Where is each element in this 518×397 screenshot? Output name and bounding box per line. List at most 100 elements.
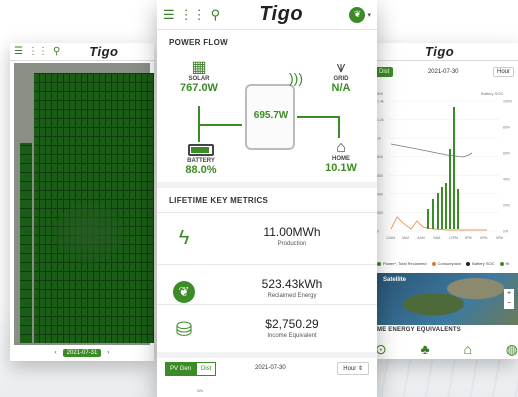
- chart-gridlines: [389, 100, 499, 232]
- y-left-tick: 400: [377, 192, 383, 196]
- tigo-logo: Tigo: [259, 3, 304, 25]
- flow-line-solar-battery: [198, 124, 242, 126]
- metric-value: $2,750.29: [265, 317, 319, 331]
- y-left-ticks: 1.4k 1.2k 1k 800 600 400 200 0: [377, 100, 384, 234]
- chart-tabs: PV Gen Dist: [165, 362, 217, 376]
- metric-label: Reclaimed Energy: [267, 293, 317, 299]
- grid-value: N/A: [331, 82, 351, 94]
- interval-caret: ⇕: [357, 366, 363, 372]
- flow-line-battery: [198, 124, 200, 142]
- wifi-icon: ))): [289, 70, 303, 86]
- left-date-pill[interactable]: 2021-07-31: [62, 349, 102, 357]
- x-tick: 6PM: [480, 236, 487, 240]
- y-right-tick: 40%: [503, 178, 510, 182]
- bar: [437, 193, 439, 229]
- tigo-logo: Tigo: [89, 44, 119, 59]
- chart-controls: PV Gen Dist 2021-07-30 Hour ⇕ Wh: [157, 358, 377, 397]
- battery-value: 88.0%: [185, 164, 217, 176]
- tab-pv-gen[interactable]: PV Gen: [165, 362, 197, 376]
- solar-value: 767.0W: [180, 82, 218, 94]
- factory-icon: ⌂: [463, 341, 472, 357]
- y-right-tick: 100%: [503, 100, 512, 104]
- bar: [441, 187, 443, 229]
- y-left-tick: 1k: [377, 137, 381, 141]
- bar: [427, 209, 429, 229]
- grid-icon[interactable]: ⋮⋮: [180, 8, 206, 21]
- zoom-in-button[interactable]: +: [504, 289, 514, 299]
- home-icon: ⌂: [336, 139, 346, 156]
- metric-income: ⛁ $2,750.29 Income Equivalent: [157, 304, 377, 356]
- y-left-tick: 800: [377, 155, 383, 159]
- next-date-button[interactable]: ›: [107, 350, 109, 356]
- coins-icon: ⛁: [175, 319, 193, 341]
- y-right-tick: 0%: [503, 230, 508, 234]
- y-right-ticks: 100% 80% 60% 40% 20% 0%: [503, 100, 512, 234]
- chevron-down-icon: ▾: [367, 11, 371, 19]
- home-node[interactable]: ⌂ HOME 10.1W: [321, 139, 361, 175]
- search-icon[interactable]: ⚲: [53, 46, 60, 57]
- legend-item-consumption[interactable]: Consumption: [432, 261, 462, 266]
- satellite-map[interactable]: Satellite + −: [377, 273, 518, 325]
- power-tower-icon: ⩛: [336, 59, 346, 76]
- map-type-label[interactable]: Satellite: [383, 277, 406, 283]
- search-icon[interactable]: ⚲: [211, 8, 221, 21]
- prev-date-button[interactable]: ‹: [55, 350, 57, 356]
- x-tick: 12AM: [386, 236, 395, 240]
- y-right-tick: 80%: [503, 126, 510, 130]
- legend-item-battery[interactable]: Battery SOC: [466, 261, 494, 266]
- left-topbar: ☰ ⋮⋮ ⚲ Tigo: [10, 43, 154, 61]
- bar: [432, 199, 434, 229]
- battery-icon: [188, 144, 214, 156]
- interval-select[interactable]: Hour: [492, 67, 514, 77]
- chart-legend: Power*, Total Reclaimed Consumption Batt…: [377, 261, 517, 266]
- energy-equivalents-title: ME ENERGY EQUIVALENTS: [377, 327, 461, 333]
- y-left-tick: 600: [377, 174, 383, 178]
- bar: [453, 107, 455, 229]
- y-left-tick: 0: [377, 230, 379, 234]
- battery-node[interactable]: BATTERY 88.0%: [179, 158, 223, 176]
- solar-node[interactable]: ▦ SOLAR 767.0W: [179, 60, 219, 95]
- tab-dist[interactable]: Dist: [375, 67, 394, 77]
- bar: [445, 183, 447, 229]
- right-phone-screen: Tigo Dist 2021-07-30 Hour Wh Battery SOC…: [371, 43, 518, 359]
- zoom-out-button[interactable]: −: [504, 299, 514, 309]
- leaf-icon: ❦: [171, 277, 197, 303]
- left-date-nav: ‹ 2021-07-31 ›: [10, 345, 154, 361]
- metrics-title: LIFETIME KEY METRICS: [169, 196, 269, 205]
- metric-value: 523.43kWh: [261, 277, 323, 291]
- tab-dist[interactable]: Dist: [196, 362, 217, 376]
- center-topbar: ☰ ⋮⋮ ⚲ Tigo ❦ ▾: [157, 0, 377, 30]
- metric-value: 11.00MWh: [263, 225, 321, 239]
- grid-node[interactable]: ⩛ GRID N/A: [321, 59, 361, 95]
- legend-item-production[interactable]: Power*, Total Reclaimed: [377, 261, 427, 266]
- hamburger-icon[interactable]: ☰: [14, 46, 23, 57]
- legend-item-more[interactable]: Hi: [500, 261, 510, 266]
- x-tick: 3PM: [465, 236, 472, 240]
- battery-soc-line: [390, 143, 473, 158]
- metric-label: Income Equivalent: [267, 333, 317, 339]
- interval-select[interactable]: Hour ⇕: [337, 362, 369, 375]
- shade-overlay: [54, 203, 124, 263]
- y-right-tick: 60%: [503, 152, 510, 156]
- module-layout-map[interactable]: [14, 63, 154, 345]
- chart-date[interactable]: 2021-07-30: [255, 365, 286, 371]
- x-tick: 9AM: [433, 236, 440, 240]
- right-date[interactable]: 2021-07-30: [428, 69, 459, 75]
- power-flow-title: POWER FLOW: [169, 38, 228, 47]
- flow-line-home: [338, 116, 340, 138]
- center-phone-screen: ☰ ⋮⋮ ⚲ Tigo ❦ ▾ POWER FLOW ▦ SOLAR 767.0…: [157, 0, 377, 397]
- lightning-icon: ϟ: [178, 227, 190, 249]
- tigo-logo: Tigo: [425, 44, 455, 59]
- hamburger-icon[interactable]: ☰: [163, 8, 175, 21]
- map-zoom-control: + −: [504, 289, 514, 309]
- chart-unit-label: Wh: [197, 388, 203, 393]
- x-ticks: 12AM 3AM 6AM 9AM 12PM 3PM 6PM 9PM: [386, 236, 503, 240]
- equivalents-icon-row: ⊙ ♣ ⌂ ◍: [375, 341, 518, 358]
- profile-menu[interactable]: ❦ ▾: [349, 6, 371, 23]
- production-bars: [427, 107, 459, 229]
- power-flow-card: POWER FLOW ▦ SOLAR 767.0W ⩛ GRID N/A 695…: [157, 30, 377, 188]
- flow-line-home-horizontal: [297, 116, 339, 118]
- bar: [449, 149, 451, 229]
- bar: [457, 189, 459, 229]
- grid-icon[interactable]: ⋮⋮: [28, 46, 48, 57]
